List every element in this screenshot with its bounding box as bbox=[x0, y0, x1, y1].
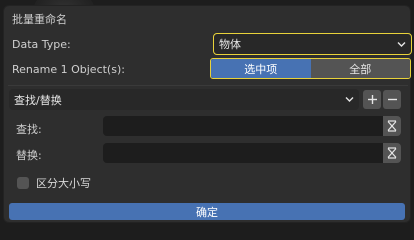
minus-icon bbox=[387, 98, 397, 101]
find-input[interactable] bbox=[103, 116, 383, 136]
rename-scope-toggle: 选中项 全部 bbox=[210, 58, 411, 79]
replace-input[interactable] bbox=[103, 143, 383, 163]
replace-eyedropper-button[interactable] bbox=[383, 143, 401, 163]
data-type-dropdown[interactable]: 物体 bbox=[213, 33, 412, 55]
eyedropper-icon bbox=[387, 120, 397, 132]
data-type-label: Data Type: bbox=[12, 38, 71, 51]
operation-type-dropdown[interactable]: 查找/替换 bbox=[9, 89, 359, 110]
batch-rename-dialog: 批量重命名 Data Type: 物体 Rename 1 Object(s): … bbox=[3, 5, 412, 223]
section-divider bbox=[8, 85, 408, 86]
remove-operation-button[interactable] bbox=[383, 90, 401, 109]
case-sensitive-row[interactable]: 区分大小写 bbox=[17, 175, 91, 191]
chevron-down-icon bbox=[397, 40, 406, 49]
rename-selected-option[interactable]: 选中项 bbox=[211, 59, 311, 78]
chevron-down-icon bbox=[345, 95, 354, 104]
eyedropper-icon bbox=[387, 147, 397, 159]
case-sensitive-checkbox[interactable] bbox=[17, 177, 29, 189]
replace-label: 替换: bbox=[16, 149, 42, 162]
rename-all-option[interactable]: 全部 bbox=[310, 59, 410, 78]
dialog-title: 批量重命名 bbox=[12, 13, 67, 26]
confirm-button[interactable]: 确定 bbox=[9, 203, 405, 220]
find-label: 查找: bbox=[16, 123, 42, 136]
data-type-value: 物体 bbox=[219, 38, 241, 51]
operation-type-value: 查找/替换 bbox=[14, 93, 62, 107]
plus-icon bbox=[367, 95, 377, 104]
case-sensitive-label: 区分大小写 bbox=[36, 177, 91, 190]
rename-label: Rename 1 Object(s): bbox=[12, 63, 125, 76]
find-eyedropper-button[interactable] bbox=[383, 116, 401, 136]
add-operation-button[interactable] bbox=[363, 90, 381, 109]
